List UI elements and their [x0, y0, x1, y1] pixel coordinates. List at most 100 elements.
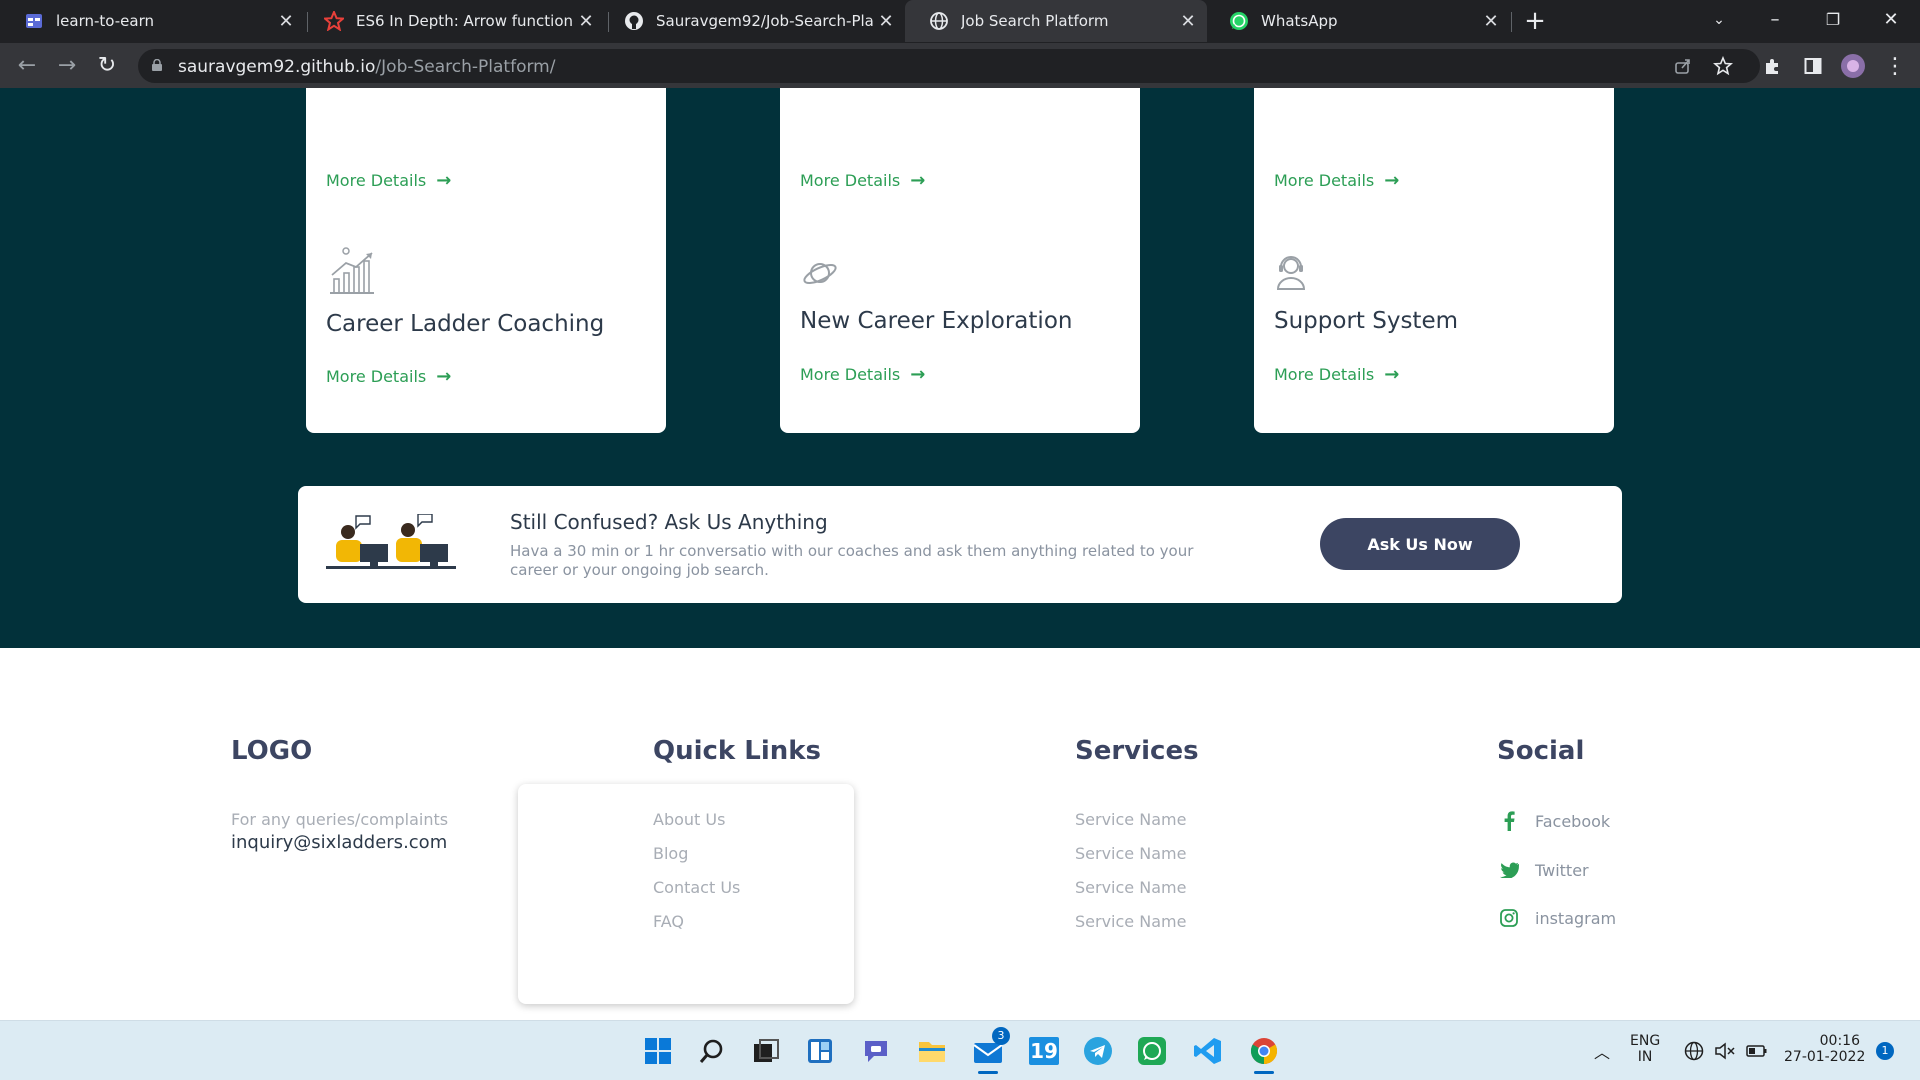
footer-services-column: Services [1075, 736, 1199, 766]
footer-service-link[interactable]: Service Name [1075, 810, 1186, 829]
more-details-link[interactable]: More Details → [326, 366, 451, 387]
close-tab-icon[interactable]: ✕ [273, 11, 299, 32]
url-host: sauravgem92.github.io [178, 57, 376, 77]
telegram-icon[interactable] [1078, 1031, 1118, 1071]
people-at-computers-illustration [326, 514, 456, 569]
footer-quick-links-column: Quick Links [653, 736, 821, 766]
new-tab-button[interactable]: + [1518, 4, 1552, 38]
more-details-label: More Details [326, 171, 427, 190]
footer-link-about-us[interactable]: About Us [653, 810, 725, 829]
more-details-label: More Details [800, 171, 901, 190]
close-tab-icon[interactable]: ✕ [1478, 11, 1504, 32]
footer-link-contact-us[interactable]: Contact Us [653, 878, 740, 897]
mail-icon[interactable]: 3 [968, 1027, 1010, 1074]
close-tab-icon[interactable]: ✕ [1175, 11, 1201, 32]
network-globe-icon[interactable] [1684, 1041, 1704, 1065]
back-arrow-icon[interactable]: ← [12, 51, 42, 81]
task-view-icon[interactable] [746, 1031, 786, 1071]
globe-icon [929, 11, 949, 31]
more-details-link[interactable]: More Details → [1274, 170, 1399, 191]
tab-title: Sauravgem92/Job-Search-Platfor [656, 12, 873, 30]
tab-job-search-platform[interactable]: Job Search Platform ✕ [905, 0, 1207, 42]
footer-service-link[interactable]: Service Name [1075, 844, 1186, 863]
vscode-icon[interactable] [1188, 1031, 1228, 1071]
planet-icon [803, 263, 837, 285]
card-title: New Career Exploration [800, 308, 1073, 334]
social-link-instagram[interactable]: instagram [1499, 908, 1616, 928]
clock[interactable]: 00:16 27-01-2022 [1784, 1033, 1865, 1065]
file-explorer-icon[interactable] [912, 1031, 952, 1071]
tab-search-chevron-icon[interactable]: ⌄ [1692, 0, 1746, 42]
whatsapp-app-icon[interactable] [1132, 1031, 1172, 1071]
arrow-right-icon: → [1384, 364, 1400, 385]
search-icon[interactable] [692, 1031, 732, 1071]
social-label: Facebook [1535, 811, 1611, 831]
arrow-right-icon: → [436, 170, 452, 191]
service-card-new-career: New Career Exploration More Details → [780, 193, 1140, 433]
profile-avatar[interactable] [1838, 51, 1868, 81]
social-link-twitter[interactable]: Twitter [1499, 860, 1589, 880]
instagram-icon [1499, 908, 1519, 928]
footer-email-link[interactable]: inquiry@sixladders.com [231, 832, 447, 853]
address-bar[interactable]: sauravgem92.github.io/Job-Search-Platfor… [138, 49, 1760, 83]
service-card-support-system: Support System More Details → [1254, 193, 1614, 433]
tab-divider [1511, 12, 1512, 32]
calendar-icon [24, 11, 44, 31]
arrow-right-icon: → [910, 364, 926, 385]
card-title: Support System [1274, 308, 1458, 334]
share-icon[interactable] [1668, 51, 1698, 81]
forward-arrow-icon[interactable]: → [52, 51, 82, 81]
social-link-facebook[interactable]: Facebook [1499, 811, 1610, 831]
minimize-button[interactable]: – [1748, 0, 1802, 42]
tab-learn-to-earn[interactable]: learn-to-earn ✕ [0, 0, 305, 42]
more-details-label: More Details [326, 367, 427, 386]
restore-button[interactable]: ❐ [1806, 0, 1860, 42]
input-language[interactable]: ENG IN [1630, 1033, 1660, 1065]
footer-link-faq[interactable]: FAQ [653, 912, 684, 931]
arrow-right-icon: → [910, 170, 926, 191]
footer-logo-column: LOGO [231, 736, 312, 766]
browser-tab-strip: learn-to-earn ✕ ES6 In Depth: Arrow func… [0, 0, 1920, 43]
widgets-icon[interactable] [800, 1031, 840, 1071]
more-details-link[interactable]: More Details → [800, 170, 925, 191]
teams-chat-icon[interactable] [856, 1031, 896, 1071]
browser-menu-kebab-icon[interactable]: ⋮ [1880, 51, 1910, 81]
footer-service-link[interactable]: Service Name [1075, 878, 1186, 897]
more-details-link[interactable]: More Details → [800, 364, 925, 385]
windows-start-icon[interactable] [638, 1031, 678, 1071]
more-details-link[interactable]: More Details → [1274, 364, 1399, 385]
show-hidden-icons-chevron[interactable]: ︿ [1594, 1039, 1610, 1063]
tab-github-repo[interactable]: Sauravgem92/Job-Search-Platfor ✕ [600, 0, 905, 42]
reload-icon[interactable]: ↻ [92, 51, 122, 81]
footer-logo: LOGO [231, 736, 313, 766]
region-code: IN [1637, 1049, 1653, 1065]
windows-taskbar: 3 19 ︿ ENG IN 00:16 27-01-2022 1 [0, 1020, 1920, 1080]
footer-contact-caption: For any queries/complaints [231, 810, 449, 829]
banner-description: Hava a 30 min or 1 hr conversatio with o… [510, 542, 1194, 579]
calendar-day: 19 [1029, 1037, 1059, 1065]
tab-es6-arrow-functions[interactable]: ES6 In Depth: Arrow functions - M ✕ [300, 0, 605, 42]
calendar-app-icon[interactable]: 19 [1024, 1031, 1064, 1071]
page-content: More Details → More Details → More Details… [0, 88, 1920, 1020]
side-panel-icon[interactable] [1798, 51, 1828, 81]
footer-link-blog[interactable]: Blog [653, 844, 688, 863]
close-tab-icon[interactable]: ✕ [873, 11, 899, 32]
chrome-icon[interactable] [1244, 1031, 1284, 1074]
whatsapp-icon [1229, 11, 1249, 31]
footer-service-link[interactable]: Service Name [1075, 912, 1186, 931]
tab-title: ES6 In Depth: Arrow functions - M [356, 12, 573, 30]
notification-count-badge[interactable]: 1 [1876, 1042, 1894, 1060]
close-window-button[interactable]: ✕ [1864, 0, 1918, 42]
more-details-link[interactable]: More Details → [326, 170, 451, 191]
volume-muted-icon[interactable] [1714, 1041, 1736, 1065]
battery-icon[interactable] [1746, 1042, 1768, 1064]
tab-title: learn-to-earn [56, 12, 154, 30]
tab-whatsapp[interactable]: WhatsApp ✕ [1205, 0, 1510, 42]
close-tab-icon[interactable]: ✕ [573, 11, 599, 32]
extensions-puzzle-icon[interactable] [1758, 51, 1788, 81]
ask-us-now-button[interactable]: Ask Us Now [1320, 518, 1520, 570]
more-details-label: More Details [800, 365, 901, 384]
card-title: Career Ladder Coaching [326, 311, 605, 337]
services-section: More Details → More Details → More Details… [0, 88, 1920, 648]
bookmark-star-icon[interactable] [1708, 51, 1738, 81]
